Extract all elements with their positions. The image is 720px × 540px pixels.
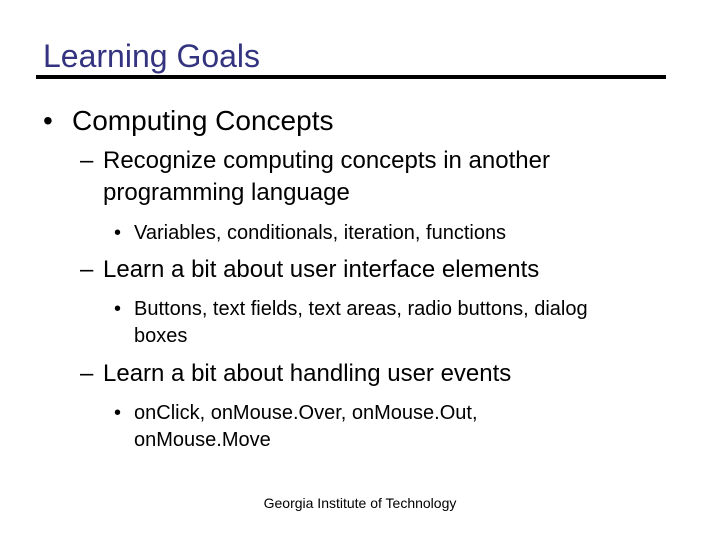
dash-icon: – <box>80 147 94 174</box>
title-underline <box>36 75 666 79</box>
subitem-text-line: Learn a bit about handling user events <box>103 360 512 387</box>
detail-text-line: onClick, onMouse.Over, onMouse.Out, <box>134 402 478 424</box>
slide-footer: Georgia Institute of Technology <box>263 495 457 511</box>
detail-text-line: Buttons, text fields, text areas, radio … <box>134 298 588 320</box>
dash-icon: – <box>80 360 94 387</box>
subitem-text-line: Learn a bit about user interface element… <box>103 256 540 283</box>
bullet-level1-text: Computing Concepts <box>72 105 334 136</box>
bullet-icon: • <box>114 222 122 244</box>
detail-text-line: onMouse.Move <box>134 429 271 451</box>
detail-text-line: boxes <box>134 325 188 347</box>
detail-text-line: Variables, conditionals, iteration, func… <box>134 222 507 244</box>
bullet-icon: • <box>114 298 122 320</box>
slide-title: Learning Goals <box>43 38 261 74</box>
bullet-icon: • <box>114 402 122 424</box>
bullet-icon: • <box>43 105 53 136</box>
dash-icon: – <box>80 256 94 283</box>
subitem-text-line: programming language <box>103 179 350 206</box>
subitem-text-line: Recognize computing concepts in another <box>103 147 550 174</box>
